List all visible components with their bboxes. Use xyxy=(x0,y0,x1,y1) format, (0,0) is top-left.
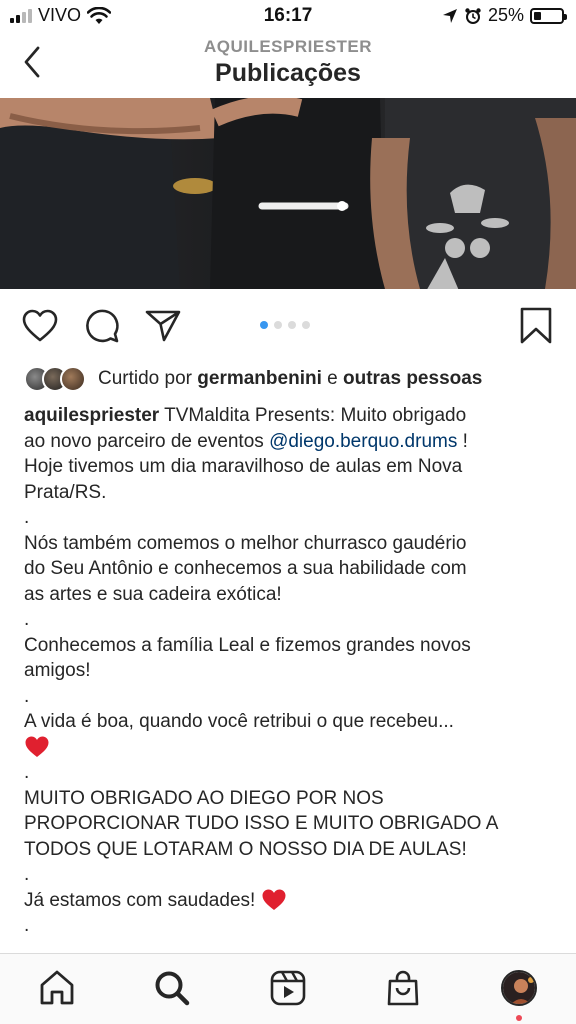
tab-profile[interactable] xyxy=(497,966,541,1010)
like-button[interactable] xyxy=(20,306,60,346)
battery-percent: 25% xyxy=(487,5,524,25)
nav-header: AQUILESPRIESTER Publicações xyxy=(0,32,576,98)
mention-link[interactable]: @diego.berquo.drums xyxy=(269,431,457,452)
caption-line: TODOS QUE LOTARAM O NOSSO DIA DE AULAS! xyxy=(24,838,467,860)
caption-line: Prata/RS. xyxy=(24,481,107,503)
red-heart-icon xyxy=(262,889,286,911)
caption-line xyxy=(24,735,560,761)
search-icon xyxy=(155,971,190,1006)
carousel-indicator xyxy=(260,321,310,329)
status-right: 25% xyxy=(442,5,567,26)
caption-line: do Seu Antônio e conhecemos a sua habili… xyxy=(24,558,467,579)
likes-summary[interactable]: Curtido por germanbenini e outras pessoa… xyxy=(24,365,482,393)
caption-line: Conhecemos a família Leal e fizemos gran… xyxy=(24,634,471,656)
caption-separator: . xyxy=(24,609,30,630)
notification-dot xyxy=(516,1015,522,1021)
caption-separator: . xyxy=(24,864,30,885)
caption-text: TVMaldita Presents: Muito obrigado xyxy=(159,405,467,426)
liker-avatars xyxy=(24,366,86,392)
caption-separator: . xyxy=(24,685,30,707)
avatar xyxy=(60,366,86,392)
caption-line: aquilespriester TVMaldita Presents: Muit… xyxy=(24,403,560,429)
caption-text: ao novo parceiro de eventos xyxy=(24,430,270,452)
battery-icon xyxy=(530,7,567,24)
caption-line: A vida é boa, quando você retribui o que… xyxy=(24,711,454,732)
caption-line: Já estamos com saudades! xyxy=(24,888,560,914)
post-actions xyxy=(0,300,576,350)
caption-line: ao novo parceiro de eventos @diego.berqu… xyxy=(24,429,560,455)
likes-connector: e xyxy=(321,368,343,389)
tab-home[interactable] xyxy=(35,966,79,1010)
caption-separator: . xyxy=(24,915,30,936)
caption-line: amigos! xyxy=(24,660,91,681)
save-button[interactable] xyxy=(516,306,556,346)
likes-others[interactable]: outras pessoas xyxy=(343,368,482,389)
home-icon xyxy=(40,970,74,1005)
caption-text: Já estamos com saudades! xyxy=(24,889,261,911)
bookmark-icon xyxy=(520,307,552,344)
carousel-dot xyxy=(288,321,296,329)
post-photo xyxy=(0,98,576,289)
tab-shop[interactable] xyxy=(381,966,425,1010)
bottom-tab-bar xyxy=(0,953,576,1024)
caption-line: MUITO OBRIGADO AO DIEGO POR NOS xyxy=(24,787,384,809)
post-image[interactable] xyxy=(0,98,576,289)
caption-line: PROPORCIONAR TUDO ISSO E MUITO OBRIGADO … xyxy=(24,813,499,834)
status-bar: VIVO 16:17 25% xyxy=(0,0,576,32)
post-caption: aquilespriester TVMaldita Presents: Muit… xyxy=(24,403,560,939)
carousel-dot xyxy=(302,321,310,329)
account-name: AQUILESPRIESTER xyxy=(203,37,373,56)
carousel-dot xyxy=(274,321,282,329)
caption-username[interactable]: aquilespriester xyxy=(24,405,159,426)
red-heart-icon xyxy=(25,736,49,758)
page-title: Publicações xyxy=(215,59,361,87)
caption-separator: . xyxy=(24,762,30,783)
send-icon xyxy=(145,310,181,342)
carousel-dot xyxy=(260,321,268,329)
share-button[interactable] xyxy=(143,306,183,346)
caption-separator: . xyxy=(24,507,30,528)
location-arrow-icon xyxy=(442,8,457,23)
tab-search[interactable] xyxy=(150,966,194,1010)
likes-prefix: Curtido por xyxy=(98,368,198,389)
caption-text: ! xyxy=(457,430,468,452)
likes-text: Curtido por germanbenini e outras pessoa… xyxy=(98,368,482,390)
liker-username[interactable]: germanbenini xyxy=(197,368,322,389)
tab-reels[interactable] xyxy=(266,966,310,1010)
shopping-bag-icon xyxy=(387,970,419,1006)
caption-line: as artes e sua cadeira exótica! xyxy=(24,583,282,605)
heart-icon xyxy=(22,309,58,342)
caption-line: Nós também comemos o melhor churrasco ga… xyxy=(24,532,467,554)
reels-icon xyxy=(270,970,306,1006)
comment-button[interactable] xyxy=(82,306,122,346)
profile-avatar xyxy=(501,970,537,1006)
comment-icon xyxy=(86,309,119,343)
caption-line: Hoje tivemos um dia maravilhoso de aulas… xyxy=(24,456,463,477)
alarm-icon xyxy=(465,7,481,24)
